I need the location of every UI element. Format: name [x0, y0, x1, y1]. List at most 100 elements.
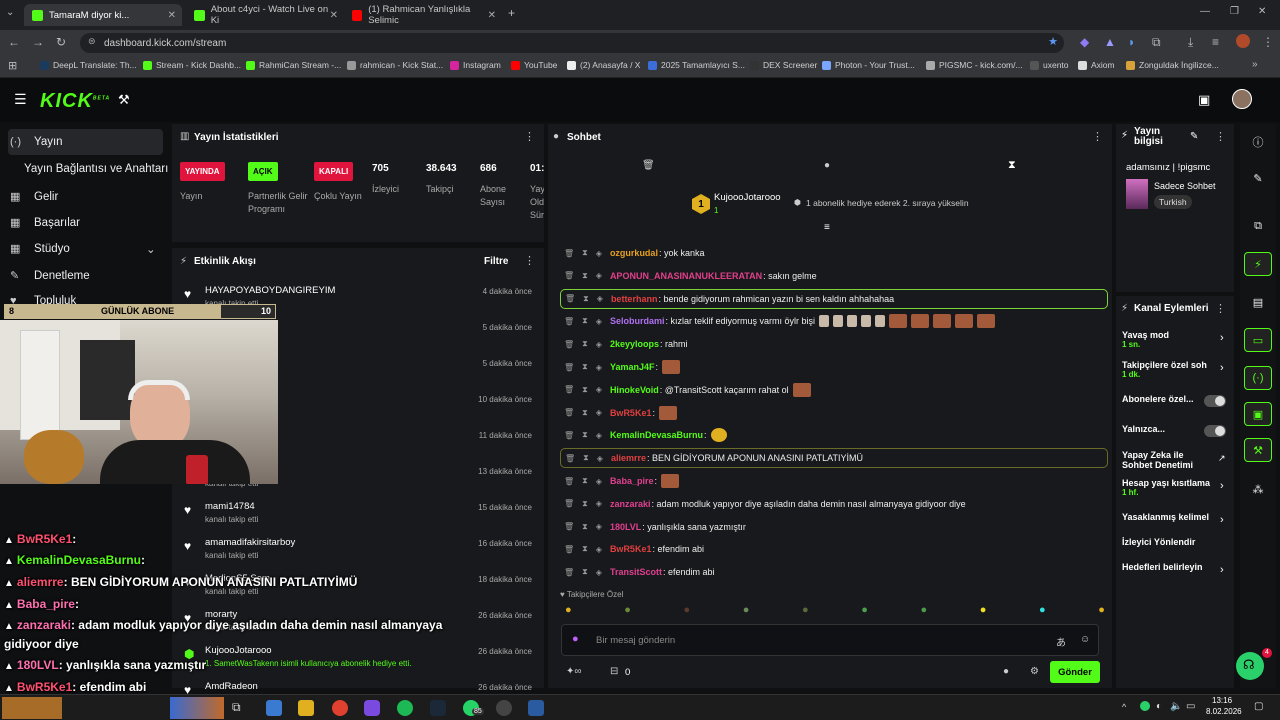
delete-message-icon[interactable]: 🗑 — [564, 363, 574, 372]
event-user[interactable]: KujoooJotarooo — [205, 645, 272, 656]
chat-message[interactable]: 🗑 ⧗ ◈ BwR5Ke1: — [560, 403, 1108, 423]
channel-action-item[interactable]: Yapay Zeka ile Sohbet Denetimi ↗ — [1122, 450, 1230, 470]
emote-icon[interactable]: ● — [921, 604, 928, 620]
explorer-icon[interactable] — [266, 700, 282, 716]
delete-message-icon[interactable]: 🗑 — [564, 340, 574, 349]
timeout-hourglass-icon[interactable]: ⧗ — [583, 453, 589, 463]
channel-action-item[interactable]: Yasaklanmış kelimel › — [1122, 512, 1230, 526]
chat-username[interactable]: aliemrre — [611, 453, 646, 463]
extension-icon[interactable]: ◗ — [1128, 35, 1135, 49]
chat-message[interactable]: 🗑 ⧗ ◈ ozgurkudal: yok kanka — [560, 243, 1108, 263]
extensions-puzzle-icon[interactable]: ⧉ — [1152, 35, 1161, 50]
bookmark-pigsmc[interactable]: PIGSMC - kick.com/... — [926, 60, 1023, 70]
chat-message[interactable]: 🗑 ⧗ ◈ Baba_pire: — [560, 471, 1108, 491]
reload-icon[interactable]: ↻ — [56, 35, 66, 49]
event-user[interactable]: mami14784 — [205, 501, 255, 512]
event-user[interactable]: AmdRadeon — [205, 681, 258, 692]
timeout-hourglass-icon[interactable]: ⧗ — [582, 522, 588, 532]
chat-message[interactable]: 🗑 ⧗ ◈ BwR5Ke1: efendim abi — [560, 539, 1108, 559]
chat-username[interactable]: YamanJ4F — [610, 362, 655, 372]
more-options-icon[interactable]: ⋮ — [1092, 130, 1103, 143]
support-chat-button[interactable]: ☊ — [1236, 652, 1264, 680]
chat-bubble-icon[interactable]: ▭ — [1244, 328, 1272, 352]
chat-username[interactable]: Seloburdami — [610, 316, 665, 326]
chat-message[interactable]: 🗑 ⧗ ◈ betterhann: bende gidiyorum rahmican … — [560, 288, 1108, 309]
chat-username[interactable]: APONUN_ANASINANUKLEERATAN — [610, 271, 762, 281]
news-widget[interactable] — [170, 697, 224, 719]
chat-username[interactable]: BwR5Ke1 — [610, 408, 652, 418]
bookmark-instagram[interactable]: Instagram — [450, 60, 501, 70]
timeout-hourglass-icon[interactable]: ⧗ — [582, 476, 588, 486]
delete-message-icon[interactable]: 🗑 — [564, 477, 574, 486]
chat-settings-icon[interactable]: ● — [1003, 666, 1009, 677]
extension-icon[interactable]: ▲ — [1104, 35, 1116, 49]
channel-action-item[interactable]: Hedefleri belirleyin › — [1122, 562, 1230, 576]
chat-username[interactable]: Baba_pire — [610, 476, 654, 486]
timeout-hourglass-icon[interactable]: ⧗ — [582, 385, 588, 395]
bookmark-dex[interactable]: DEX Screener — [750, 60, 817, 70]
emote-icon[interactable]: ● — [684, 604, 691, 620]
more-bookmarks-icon[interactable]: » — [1252, 59, 1258, 70]
points-icon[interactable]: ✦∞ — [566, 666, 582, 677]
channel-action-item[interactable]: İzleyici Yönlendir — [1122, 537, 1230, 547]
chevron-down-icon[interactable]: ⌄ — [146, 242, 156, 256]
channel-action-item[interactable]: Takipçilere özel soh 1 dk. › — [1122, 360, 1230, 379]
microphone-icon[interactable]: ● — [572, 633, 579, 645]
tab-tamaram[interactable]: TamaraM diyor ki... ✕ — [24, 4, 182, 26]
bookmark-2025[interactable]: 2025 Tamamlayıcı S... — [648, 60, 745, 70]
delete-message-icon[interactable]: 🗑 — [564, 271, 574, 280]
delete-message-icon[interactable]: 🗑 — [564, 317, 574, 326]
send-button[interactable]: Gönder — [1050, 661, 1100, 683]
timeout-hourglass-icon[interactable]: ⧗ — [582, 248, 588, 258]
emote-icon[interactable]: ● — [1039, 604, 1046, 620]
delete-message-icon[interactable]: 🗑 — [564, 522, 574, 531]
layout-icon[interactable]: ▣ — [1244, 402, 1272, 426]
back-icon[interactable]: ← — [8, 35, 20, 49]
nav-studyo[interactable]: ▦ Stüdyo ⌄ — [10, 242, 156, 257]
chat-username[interactable]: KemalinDevasaBurnu — [610, 430, 703, 440]
chat-username[interactable]: TransitScott — [610, 567, 662, 577]
chat-username[interactable]: 2keyyloops — [610, 339, 659, 349]
chat-username[interactable]: BwR5Ke1 — [610, 544, 652, 554]
emoji-icon[interactable]: ☺ — [1080, 634, 1090, 645]
bookmark-deepl[interactable]: DeepL Translate: Th... — [40, 60, 137, 70]
toggle-switch[interactable] — [1204, 395, 1226, 407]
reading-list-icon[interactable]: ≡ — [1212, 35, 1219, 49]
channel-action-item[interactable]: Yavaş mod 1 sn. › — [1122, 330, 1230, 349]
task-view-icon[interactable]: ⧉ — [232, 700, 248, 716]
chat-input[interactable]: ● Bir mesaj gönderin あ ☺ — [561, 624, 1099, 656]
broadcast-icon[interactable]: (·) — [1244, 366, 1272, 390]
url-input[interactable]: ⊜ dashboard.kick.com/stream ★ — [80, 33, 1064, 53]
delete-message-icon[interactable]: 🗑 — [565, 294, 575, 303]
event-user[interactable]: amamadifakirsitarboy — [205, 537, 295, 548]
info-icon[interactable]: ⓘ — [1244, 130, 1272, 154]
nav-denetleme[interactable]: ✎ Denetleme — [10, 269, 90, 283]
obs-icon[interactable] — [496, 700, 512, 716]
emote-icon[interactable]: ● — [1098, 604, 1105, 620]
weather-widget[interactable] — [2, 697, 62, 719]
more-options-icon[interactable]: ⋮ — [1215, 302, 1226, 315]
timeout-hourglass-icon[interactable]: ⧗ — [582, 271, 588, 281]
chat-username[interactable]: HinokeVoid — [610, 385, 659, 395]
timeout-hourglass-icon[interactable]: ⧗ — [583, 294, 589, 304]
user-avatar[interactable] — [1232, 89, 1252, 109]
site-info-icon[interactable]: ⊜ — [88, 36, 96, 47]
layout-icon[interactable]: ▣ — [1198, 92, 1210, 108]
download-icon[interactable]: ⤓ — [1188, 35, 1193, 50]
filter-button[interactable]: Filtre — [484, 256, 508, 267]
emote-icon[interactable]: ● — [565, 604, 572, 620]
kick-logo[interactable]: KICKBETA — [40, 90, 110, 113]
bookmark-kick-stats[interactable]: rahmican - Kick Stat... — [347, 60, 443, 70]
nav-stream-key[interactable]: Yayın Bağlantısı ve Anahtarı — [24, 163, 168, 175]
nav-basarilar[interactable]: ▦ Başarılar — [10, 216, 80, 230]
maximize-icon[interactable]: ❐ — [1230, 6, 1239, 17]
bookmark-photon[interactable]: Photon - Your Trust... — [822, 60, 915, 70]
chat-message[interactable]: 🗑 ⧗ ◈ HinokeVoid: @TransitScott kaçarım rah… — [560, 380, 1108, 400]
hamburger-menu-icon[interactable]: ☰ — [14, 91, 27, 108]
translate-icon[interactable]: あ — [1056, 634, 1066, 649]
close-tab-icon[interactable]: ✕ — [330, 10, 338, 21]
spotify-icon[interactable] — [397, 700, 413, 716]
chat-username[interactable]: betterhann — [611, 294, 658, 304]
chat-username[interactable]: zanzaraki — [610, 499, 651, 509]
timeout-hourglass-icon[interactable]: ⧗ — [582, 316, 588, 326]
